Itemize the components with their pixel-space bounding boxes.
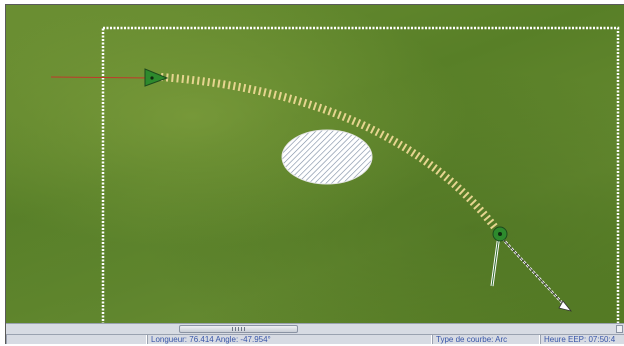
status-curve-type: Type de courbe: Arc — [432, 335, 540, 344]
status-clock: Heure EEP: 07:50:4 — [540, 335, 624, 344]
end-marker-icon[interactable] — [490, 226, 573, 312]
horizontal-scrollbar[interactable] — [6, 323, 624, 334]
scroll-right-arrow-icon[interactable] — [616, 325, 623, 333]
guide-line — [50, 76, 152, 79]
editor-window: Longueur: 76.414 Angle: -47.954° Type de… — [5, 4, 624, 344]
status-cell-empty — [6, 335, 147, 344]
map-viewport[interactable] — [6, 5, 624, 323]
start-marker-icon[interactable] — [144, 68, 169, 87]
scrollbar-thumb[interactable] — [179, 325, 298, 333]
grip-icon — [232, 327, 246, 331]
status-bar: Longueur: 76.414 Angle: -47.954° Type de… — [6, 334, 624, 344]
scene-layer — [50, 26, 620, 323]
status-measure: Longueur: 76.414 Angle: -47.954° — [147, 335, 432, 344]
hatched-object[interactable] — [281, 129, 373, 185]
